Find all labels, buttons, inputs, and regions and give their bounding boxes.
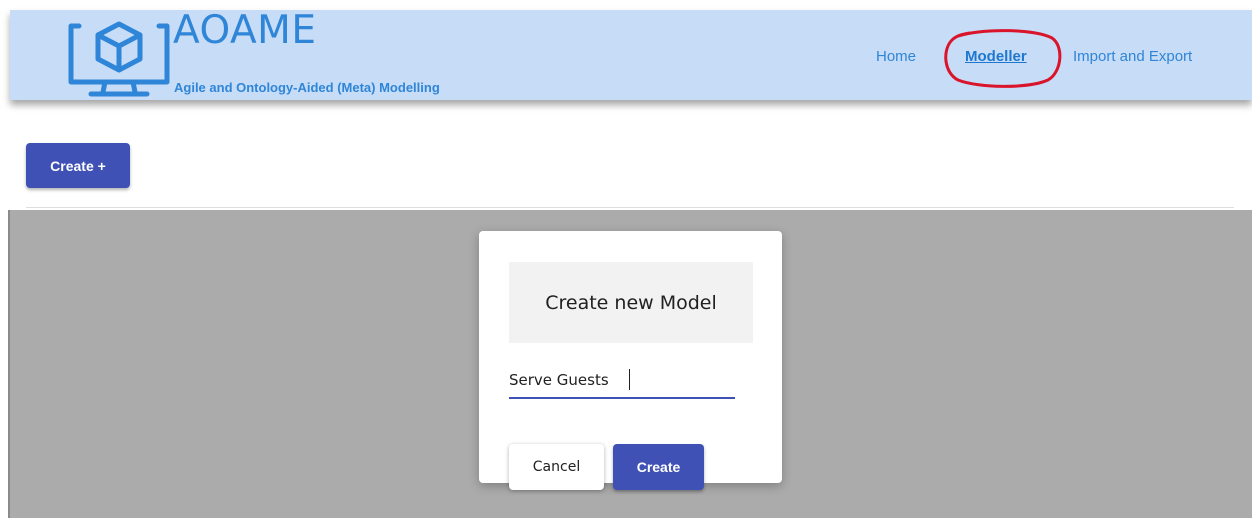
create-button[interactable]: Create (613, 444, 704, 490)
nav-link-home[interactable]: Home (876, 48, 916, 65)
text-caret (629, 369, 630, 390)
toolbar-divider (26, 207, 1234, 208)
create-model-dialog: Create new Model Cancel Create (479, 231, 782, 490)
model-name-input[interactable] (509, 363, 735, 399)
monitor-cube-icon (68, 21, 170, 97)
dialog-header: Create new Model (509, 262, 753, 343)
dialog-title: Create new Model (545, 291, 717, 314)
backdrop-edge (8, 210, 10, 518)
nav-link-modeller[interactable]: Modeller (965, 48, 1027, 65)
create-model-button[interactable]: Create + (26, 143, 130, 188)
app-subtitle: Agile and Ontology-Aided (Meta) Modellin… (174, 80, 440, 95)
app-title: AOAME (173, 8, 317, 53)
cancel-button[interactable]: Cancel (509, 444, 604, 490)
nav-link-import-export[interactable]: Import and Export (1073, 48, 1192, 65)
app-header: AOAME Agile and Ontology-Aided (Meta) Mo… (10, 8, 1252, 100)
